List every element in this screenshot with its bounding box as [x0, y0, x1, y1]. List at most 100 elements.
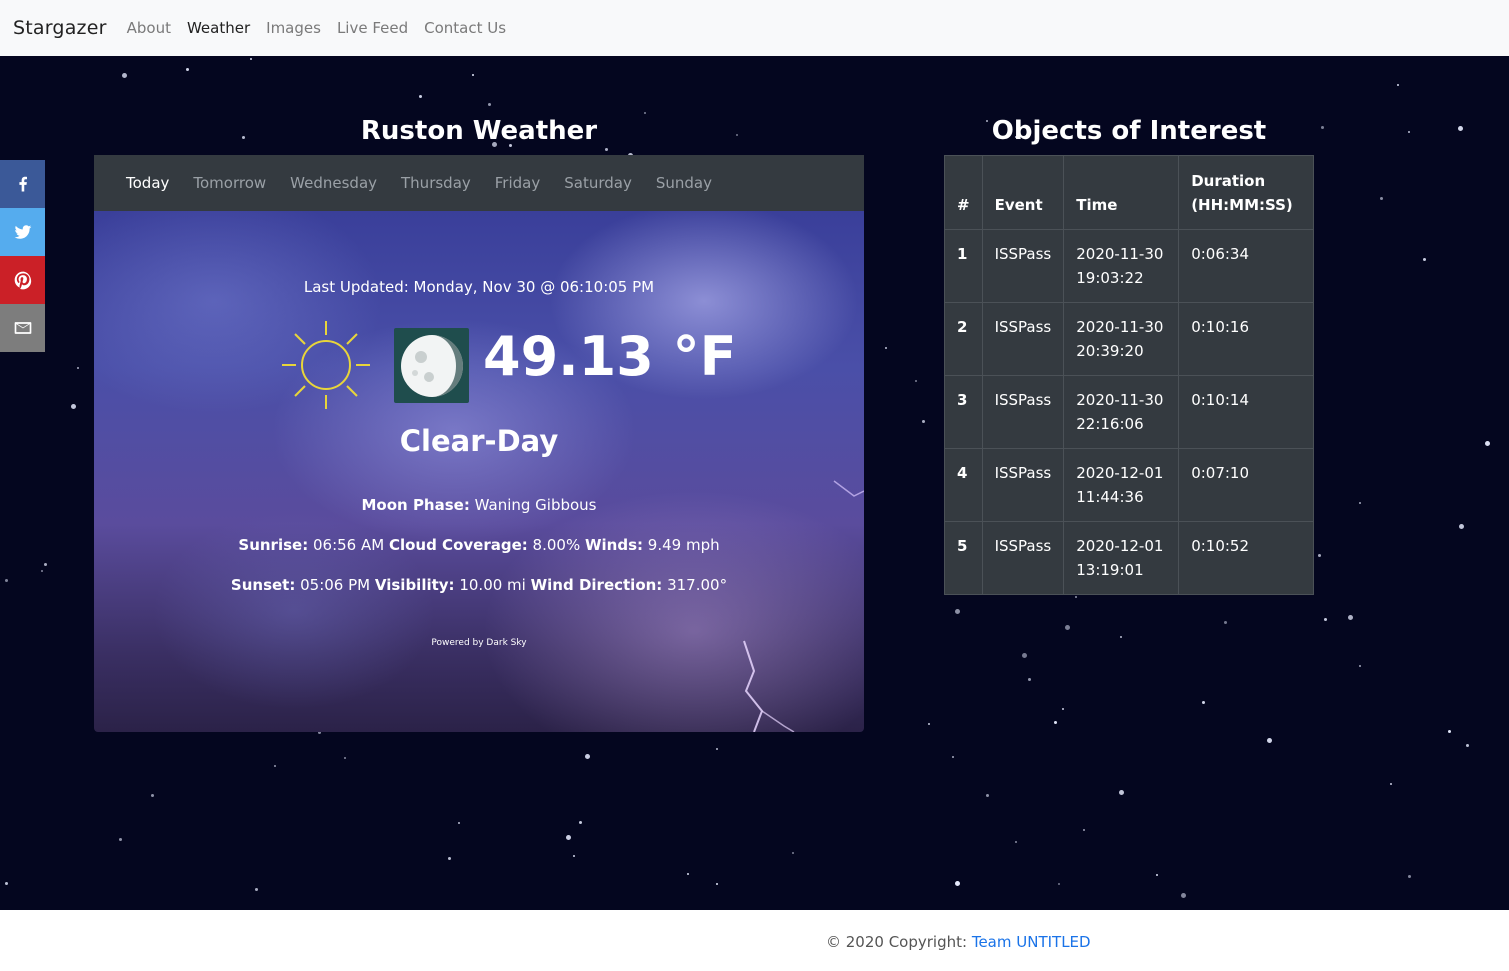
- table-row: 1 ISSPass 2020-11-30 19:03:22 0:06:34: [944, 229, 1314, 303]
- star-dot: [986, 794, 989, 797]
- row-duration: 0:06:34: [1178, 229, 1314, 303]
- tab-today[interactable]: Today: [114, 174, 181, 192]
- facebook-icon: [18, 176, 27, 192]
- star-dot: [255, 888, 258, 891]
- tab-saturday[interactable]: Saturday: [552, 174, 644, 192]
- table-row: 2 ISSPass 2020-11-30 20:39:20 0:10:16: [944, 302, 1314, 376]
- row-number: 3: [944, 375, 983, 449]
- star-dot: [716, 748, 718, 750]
- pinterest-share-button[interactable]: [0, 256, 45, 304]
- nav-link-about[interactable]: About: [119, 19, 179, 37]
- star-dot: [122, 73, 127, 78]
- row-clock: 19:03:22: [1076, 269, 1144, 287]
- row-event: ISSPass: [981, 375, 1065, 449]
- star-dot: [5, 579, 8, 582]
- star-dot: [915, 380, 917, 382]
- star-dot: [1359, 502, 1361, 504]
- star-dot: [1390, 783, 1392, 785]
- row-clock: 11:44:36: [1076, 488, 1144, 506]
- star-dot: [1022, 653, 1027, 658]
- row-time: 2020-11-30 22:16:06: [1063, 375, 1180, 449]
- row-time: 2020-12-01 11:44:36: [1063, 448, 1180, 522]
- row-time: 2020-12-01 13:19:01: [1063, 521, 1180, 595]
- sunset-label: Sunset:: [230, 576, 296, 594]
- star-dot: [885, 347, 887, 349]
- twitter-share-button[interactable]: [0, 208, 45, 256]
- row-date: 2020-11-30: [1076, 391, 1164, 409]
- star-dot: [1119, 790, 1124, 795]
- footer: © 2020 Copyright: Team UNTITLED: [0, 910, 1509, 971]
- row-number: 2: [944, 302, 983, 376]
- star-dot: [1359, 665, 1361, 667]
- star-dot: [928, 723, 930, 725]
- row-event: ISSPass: [981, 521, 1065, 595]
- table-row: 4 ISSPass 2020-12-01 11:44:36 0:07:10: [944, 448, 1314, 522]
- star-dot: [1065, 625, 1070, 630]
- star-dot: [472, 74, 474, 76]
- nav-link-weather[interactable]: Weather: [179, 19, 258, 37]
- star-dot: [1083, 829, 1085, 831]
- star-dot: [579, 821, 582, 824]
- visibility-label: Visibility:: [374, 576, 455, 594]
- moon-phase-icon: [394, 328, 469, 403]
- star-dot: [344, 757, 346, 759]
- weather-heading: Ruston Weather: [360, 116, 598, 146]
- star-dot: [151, 794, 154, 797]
- star-dot: [71, 404, 76, 409]
- objects-table: # Event Time Duration (HH:MM:SS) 1 ISSPa…: [944, 155, 1314, 595]
- tab-sunday[interactable]: Sunday: [644, 174, 724, 192]
- objects-heading: Objects of Interest: [991, 116, 1267, 146]
- star-dot: [1075, 596, 1077, 598]
- star-dot: [605, 148, 608, 151]
- row-clock: 20:39:20: [1076, 342, 1144, 360]
- nav-link-contact-us[interactable]: Contact Us: [416, 19, 514, 37]
- moon-phase-row: Moon Phase: Waning Gibbous: [94, 496, 864, 514]
- row-date: 2020-12-01: [1076, 464, 1164, 482]
- star-dot: [1458, 126, 1463, 131]
- tab-wednesday[interactable]: Wednesday: [278, 174, 389, 192]
- sunset-value: 05:06 PM: [300, 576, 371, 594]
- star-dot: [186, 68, 189, 71]
- row-clock: 13:19:01: [1076, 561, 1144, 579]
- header-number: #: [944, 155, 983, 230]
- tab-thursday[interactable]: Thursday: [389, 174, 483, 192]
- weather-panel: Last Updated: Monday, Nov 30 @ 06:10:05 …: [94, 211, 864, 732]
- star-dot: [573, 855, 575, 857]
- star-dot: [1324, 618, 1327, 621]
- facebook-share-button[interactable]: [0, 160, 45, 208]
- tab-friday[interactable]: Friday: [483, 174, 552, 192]
- star-dot: [1485, 441, 1490, 446]
- navbar: Stargazer About Weather Images Live Feed…: [0, 0, 1509, 56]
- powered-by-link[interactable]: Powered by Dark Sky: [94, 638, 864, 648]
- moon-phase-label: Moon Phase:: [361, 496, 470, 514]
- star-dot: [1408, 131, 1410, 133]
- nav-link-live-feed[interactable]: Live Feed: [329, 19, 416, 37]
- email-share-button[interactable]: [0, 304, 45, 352]
- star-dot: [1321, 126, 1324, 129]
- row-duration: 0:10:16: [1178, 302, 1314, 376]
- header-event: Event: [981, 155, 1065, 230]
- star-dot: [1448, 730, 1451, 733]
- table-row: 3 ISSPass 2020-11-30 22:16:06 0:10:14: [944, 375, 1314, 449]
- row-event: ISSPass: [981, 302, 1065, 376]
- star-dot: [1267, 738, 1272, 743]
- star-dot: [41, 570, 43, 572]
- star-dot: [644, 112, 646, 114]
- star-dot: [1459, 524, 1464, 529]
- brand-logo[interactable]: Stargazer: [13, 17, 107, 39]
- team-link[interactable]: Team UNTITLED: [972, 933, 1091, 951]
- star-dot: [1380, 197, 1383, 200]
- star-dot: [274, 765, 276, 767]
- tab-tomorrow[interactable]: Tomorrow: [181, 174, 278, 192]
- star-dot: [77, 367, 79, 369]
- winds-value: 9.49 mph: [647, 536, 720, 554]
- star-dot: [1181, 893, 1186, 898]
- row-number: 1: [944, 229, 983, 303]
- star-dot: [44, 563, 47, 566]
- row-date: 2020-12-01: [1076, 537, 1164, 555]
- nav-link-images[interactable]: Images: [258, 19, 329, 37]
- row-number: 5: [944, 521, 983, 595]
- star-dot: [1028, 678, 1031, 681]
- star-dot: [566, 835, 571, 840]
- row-event: ISSPass: [981, 448, 1065, 522]
